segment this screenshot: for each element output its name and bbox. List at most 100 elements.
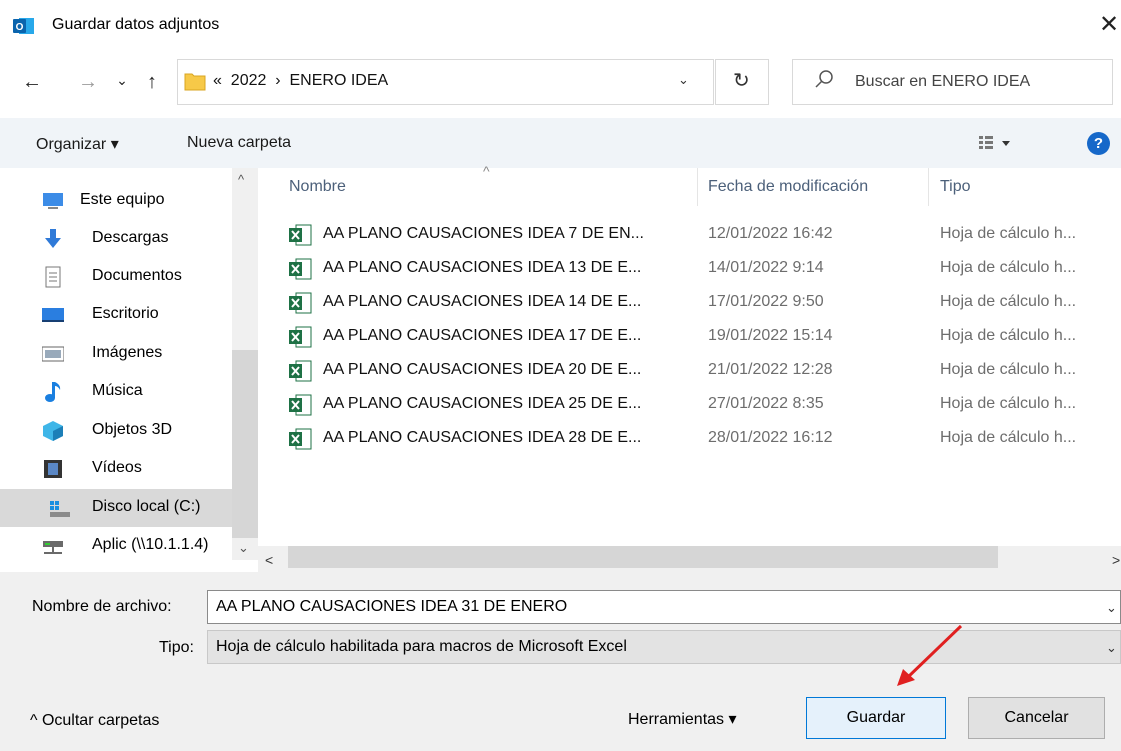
hide-folders-button[interactable]: ^ Ocultar carpetas: [30, 712, 159, 730]
excel-file-icon: [289, 428, 312, 450]
3d-objects-icon: [43, 421, 63, 441]
outlook-icon: O: [13, 18, 34, 34]
annotation-arrow: [897, 624, 963, 686]
file-date: 28/01/2022 16:12: [708, 429, 833, 446]
close-icon[interactable]: ✕: [1094, 10, 1121, 40]
excel-file-icon: [289, 224, 312, 246]
sidebar-item-label: Objetos 3D: [92, 421, 173, 438]
excel-file-icon: [289, 326, 312, 348]
scroll-left-icon[interactable]: <: [265, 552, 273, 568]
save-button[interactable]: Guardar: [806, 697, 946, 739]
sidebar-item-downloads[interactable]: Descargas: [42, 220, 231, 258]
document-icon: [45, 266, 61, 288]
forward-icon[interactable]: →: [76, 70, 100, 94]
column-divider[interactable]: [928, 168, 929, 206]
file-row[interactable]: AA PLANO CAUSACIONES IDEA 17 DE E... 19/…: [288, 321, 1121, 355]
pc-icon: [43, 193, 63, 209]
file-type: Hoja de cálculo h...: [940, 327, 1077, 344]
file-row[interactable]: AA PLANO CAUSACIONES IDEA 7 DE EN... 12/…: [288, 219, 1121, 253]
file-row[interactable]: AA PLANO CAUSACIONES IDEA 28 DE E... 28/…: [288, 423, 1121, 457]
file-row[interactable]: AA PLANO CAUSACIONES IDEA 25 DE E... 27/…: [288, 389, 1121, 423]
svg-text:O: O: [16, 22, 24, 33]
new-folder-button[interactable]: Nueva carpeta: [187, 134, 291, 152]
sidebar-item-label: Música: [92, 382, 143, 399]
download-icon: [45, 229, 61, 248]
search-placeholder: Buscar en ENERO IDEA: [855, 73, 1031, 90]
sidebar-item-local-disk[interactable]: Disco local (C:): [0, 489, 232, 527]
filename-label: Nombre de archivo:: [32, 598, 172, 615]
file-name: AA PLANO CAUSACIONES IDEA 7 DE EN...: [323, 225, 644, 242]
column-header-date[interactable]: Fecha de modificación: [708, 178, 868, 196]
drive-icon: [50, 501, 70, 517]
breadcrumb[interactable]: « 2022 › ENERO IDEA: [213, 72, 388, 90]
file-type: Hoja de cálculo h...: [940, 293, 1077, 310]
window-title: Guardar datos adjuntos: [52, 16, 220, 33]
folder-icon: [184, 73, 206, 91]
file-date: 17/01/2022 9:50: [708, 293, 824, 310]
file-type: Hoja de cálculo h...: [940, 429, 1077, 446]
file-type-dropdown-icon[interactable]: ⌄: [1106, 640, 1117, 656]
filename-dropdown-icon[interactable]: ⌄: [1106, 600, 1117, 616]
sidebar-item-music[interactable]: Música: [42, 373, 231, 411]
file-type: Hoja de cálculo h...: [940, 361, 1077, 378]
sidebar-item-this-pc[interactable]: Este equipo: [42, 182, 231, 220]
file-name: AA PLANO CAUSACIONES IDEA 28 DE E...: [323, 429, 642, 446]
recent-locations-icon[interactable]: ⌄: [110, 68, 134, 92]
file-name: AA PLANO CAUSACIONES IDEA 17 DE E...: [323, 327, 642, 344]
sidebar-item-label: Disco local (C:): [92, 498, 201, 515]
file-type: Hoja de cálculo h...: [940, 259, 1077, 276]
address-dropdown-icon[interactable]: ⌄: [678, 72, 689, 88]
sidebar-item-network-drive[interactable]: Aplic (\\10.1.1.4): [42, 527, 231, 565]
file-list-scrollbar-thumb[interactable]: [288, 546, 998, 568]
excel-file-icon: [289, 394, 312, 416]
sidebar-item-videos[interactable]: Vídeos: [42, 450, 231, 488]
file-date: 27/01/2022 8:35: [708, 395, 824, 412]
sidebar-item-label: Aplic (\\10.1.1.4): [92, 536, 209, 553]
organize-menu[interactable]: Organizar ▾: [36, 134, 119, 154]
sidebar-item-desktop[interactable]: Escritorio: [42, 296, 231, 334]
tools-menu[interactable]: Herramientas ▾: [628, 709, 737, 729]
view-options-icon[interactable]: [978, 134, 1012, 152]
file-date: 12/01/2022 16:42: [708, 225, 833, 242]
file-type-value[interactable]: Hoja de cálculo habilitada para macros d…: [216, 638, 627, 656]
back-icon[interactable]: ←: [20, 70, 44, 94]
sidebar-item-label: Vídeos: [92, 459, 142, 476]
file-name: AA PLANO CAUSACIONES IDEA 13 DE E...: [323, 259, 642, 276]
network-drive-icon: [43, 541, 63, 554]
scroll-right-icon[interactable]: >: [1112, 552, 1120, 568]
scroll-down-icon[interactable]: ⌄: [238, 540, 249, 556]
file-name: AA PLANO CAUSACIONES IDEA 20 DE E...: [323, 361, 642, 378]
excel-file-icon: [289, 360, 312, 382]
type-label: Tipo:: [159, 639, 194, 656]
video-icon: [44, 460, 62, 478]
sidebar-item-pictures[interactable]: Imágenes: [42, 335, 231, 373]
cancel-button[interactable]: Cancelar: [968, 697, 1105, 739]
column-divider[interactable]: [697, 168, 698, 206]
file-type: Hoja de cálculo h...: [940, 395, 1077, 412]
filename-value[interactable]: AA PLANO CAUSACIONES IDEA 31 DE ENERO: [216, 598, 567, 616]
sidebar-item-label: Documentos: [92, 267, 182, 284]
up-icon[interactable]: ↑: [140, 70, 164, 94]
file-name: AA PLANO CAUSACIONES IDEA 14 DE E...: [323, 293, 642, 310]
file-row[interactable]: AA PLANO CAUSACIONES IDEA 13 DE E... 14/…: [288, 253, 1121, 287]
file-row[interactable]: AA PLANO CAUSACIONES IDEA 14 DE E... 17/…: [288, 287, 1121, 321]
sidebar-item-3d-objects[interactable]: Objetos 3D: [42, 412, 231, 450]
help-icon[interactable]: ?: [1087, 132, 1110, 155]
search-icon: [815, 70, 833, 88]
file-type: Hoja de cálculo h...: [940, 225, 1077, 242]
column-header-name[interactable]: Nombre: [289, 178, 346, 196]
file-row[interactable]: AA PLANO CAUSACIONES IDEA 20 DE E... 21/…: [288, 355, 1121, 389]
sidebar-item-documents[interactable]: Documentos: [42, 258, 231, 296]
sidebar-item-label: Descargas: [92, 229, 169, 246]
column-header-type[interactable]: Tipo: [940, 178, 971, 196]
scroll-up-icon[interactable]: ^: [238, 172, 244, 187]
file-date: 21/01/2022 12:28: [708, 361, 833, 378]
file-date: 14/01/2022 9:14: [708, 259, 824, 276]
desktop-icon: [42, 308, 64, 322]
sidebar-scrollbar-thumb[interactable]: [232, 350, 258, 538]
file-name: AA PLANO CAUSACIONES IDEA 25 DE E...: [323, 395, 642, 412]
excel-file-icon: [289, 292, 312, 314]
command-bar: [0, 118, 1121, 168]
sidebar-item-label: Escritorio: [92, 305, 159, 322]
refresh-icon[interactable]: ↻: [733, 68, 750, 93]
